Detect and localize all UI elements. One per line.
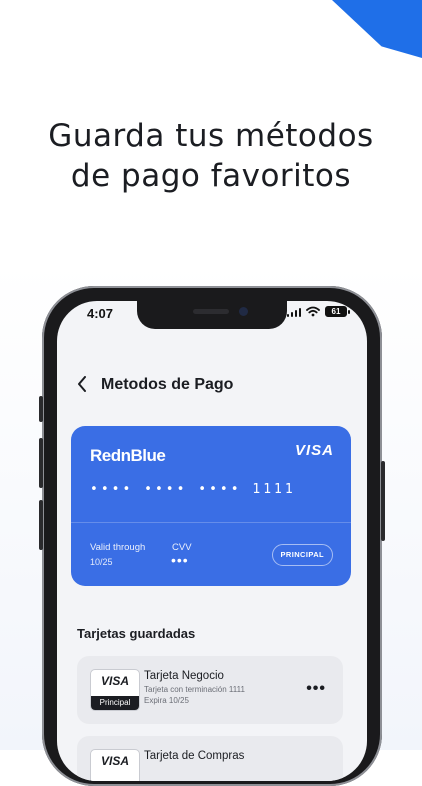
saved-card-item[interactable]: VISA Principal Tarjeta Negocio Tarjeta c… — [77, 656, 343, 724]
principal-badge: PRINCIPAL — [271, 544, 333, 566]
valid-through-label: Valid through — [90, 542, 146, 553]
notch — [137, 301, 287, 329]
page-title: Metodos de Pago — [101, 376, 234, 393]
visa-logo-icon: VISA — [90, 749, 140, 781]
headline: Guarda tus métodos de pago favoritos — [0, 116, 422, 196]
wifi-icon — [306, 306, 320, 317]
card-divider — [71, 522, 351, 523]
headline-line-1: Guarda tus métodos — [48, 118, 374, 154]
valid-through-value: 10/25 — [90, 557, 113, 567]
visa-logo-text: VISA — [100, 674, 129, 688]
saved-card-name: Tarjeta Negocio — [144, 670, 224, 682]
visa-logo-icon: VISA — [294, 442, 334, 459]
saved-card-subtitle: Tarjeta con terminación 1111 — [144, 685, 245, 694]
card-brand: RednBlue — [90, 446, 166, 465]
status-icons: 61 — [286, 306, 350, 317]
back-chevron-icon[interactable] — [77, 374, 87, 396]
saved-card-item[interactable]: VISA Tarjeta de Compras — [77, 736, 343, 781]
phone-power-button — [381, 461, 385, 541]
camera — [239, 307, 248, 316]
saved-card-expiry: Expira 10/25 — [144, 696, 189, 705]
saved-cards-title: Tarjetas guardadas — [77, 626, 196, 641]
more-options-icon[interactable]: ••• — [306, 680, 326, 698]
card-number: •••• •••• •••• 1111 — [90, 482, 296, 497]
signal-icon — [286, 307, 301, 317]
principal-tag: Principal — [91, 696, 139, 710]
headline-line-2: de pago favoritos — [70, 158, 352, 194]
phone-screen: 4:07 61 Metodos de Pago RednBlue VISA ••… — [57, 301, 367, 781]
cvv-value: ••• — [171, 552, 189, 568]
visa-logo-icon: VISA Principal — [90, 669, 140, 711]
visa-logo-text: VISA — [100, 754, 129, 768]
phone-silent-switch — [39, 396, 43, 422]
corner-decoration — [332, 0, 422, 58]
phone-volume-down — [39, 500, 43, 550]
phone-frame: 4:07 61 Metodos de Pago RednBlue VISA ••… — [39, 286, 385, 786]
speaker — [193, 309, 229, 314]
saved-card-name: Tarjeta de Compras — [144, 750, 245, 762]
phone-volume-up — [39, 438, 43, 488]
battery-icon: 61 — [325, 306, 350, 317]
status-time: 4:07 — [87, 306, 114, 321]
primary-card[interactable]: RednBlue VISA •••• •••• •••• 1111 Valid … — [71, 426, 351, 586]
nav-bar: Metodos de Pago — [77, 374, 233, 396]
